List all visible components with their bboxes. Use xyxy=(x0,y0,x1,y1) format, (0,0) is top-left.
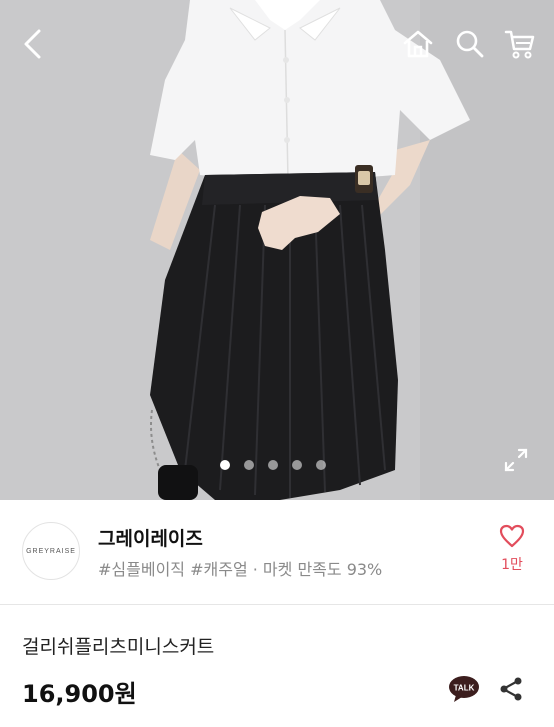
heart-icon xyxy=(499,524,525,548)
seller-name[interactable]: 그레이레이즈 xyxy=(98,524,203,551)
share-button[interactable] xyxy=(498,676,524,702)
back-button[interactable] xyxy=(12,24,52,64)
search-button[interactable] xyxy=(450,24,490,64)
like-button[interactable]: 1만 xyxy=(494,524,530,574)
product-price: 16,900원 xyxy=(22,680,137,708)
seller-section: GREYRAISE 그레이레이즈 #심플베이직 #캐주얼 · 마켓 만족도 93… xyxy=(0,500,554,605)
product-name: 걸리쉬플리츠미니스커트 xyxy=(22,636,215,658)
gallery-dot[interactable] xyxy=(244,460,254,470)
gallery-dot[interactable] xyxy=(220,460,230,470)
talk-icon: TALK xyxy=(449,676,479,702)
share-icon xyxy=(500,677,522,701)
gallery-pagination xyxy=(220,460,326,470)
like-count: 1만 xyxy=(501,557,523,573)
cart-button[interactable] xyxy=(500,24,540,64)
gallery-dot[interactable] xyxy=(292,460,302,470)
cart-icon xyxy=(504,30,535,59)
kakao-talk-button[interactable]: TALK xyxy=(448,675,480,703)
home-icon xyxy=(403,30,433,58)
home-button[interactable] xyxy=(398,24,438,64)
product-photo xyxy=(0,0,554,500)
seller-tags: #심플베이직 #캐주얼 · 마켓 만족도 93% xyxy=(98,560,383,579)
talk-label: TALK xyxy=(454,684,475,693)
search-icon xyxy=(456,30,484,58)
product-image-gallery[interactable] xyxy=(0,0,554,500)
seller-logo[interactable]: GREYRAISE xyxy=(22,522,80,580)
gallery-dot[interactable] xyxy=(268,460,278,470)
seller-logo-text: GREYRAISE xyxy=(26,547,76,555)
expand-icon xyxy=(504,448,528,472)
chevron-left-icon xyxy=(24,29,41,59)
gallery-dot[interactable] xyxy=(316,460,326,470)
expand-button[interactable] xyxy=(500,444,532,476)
